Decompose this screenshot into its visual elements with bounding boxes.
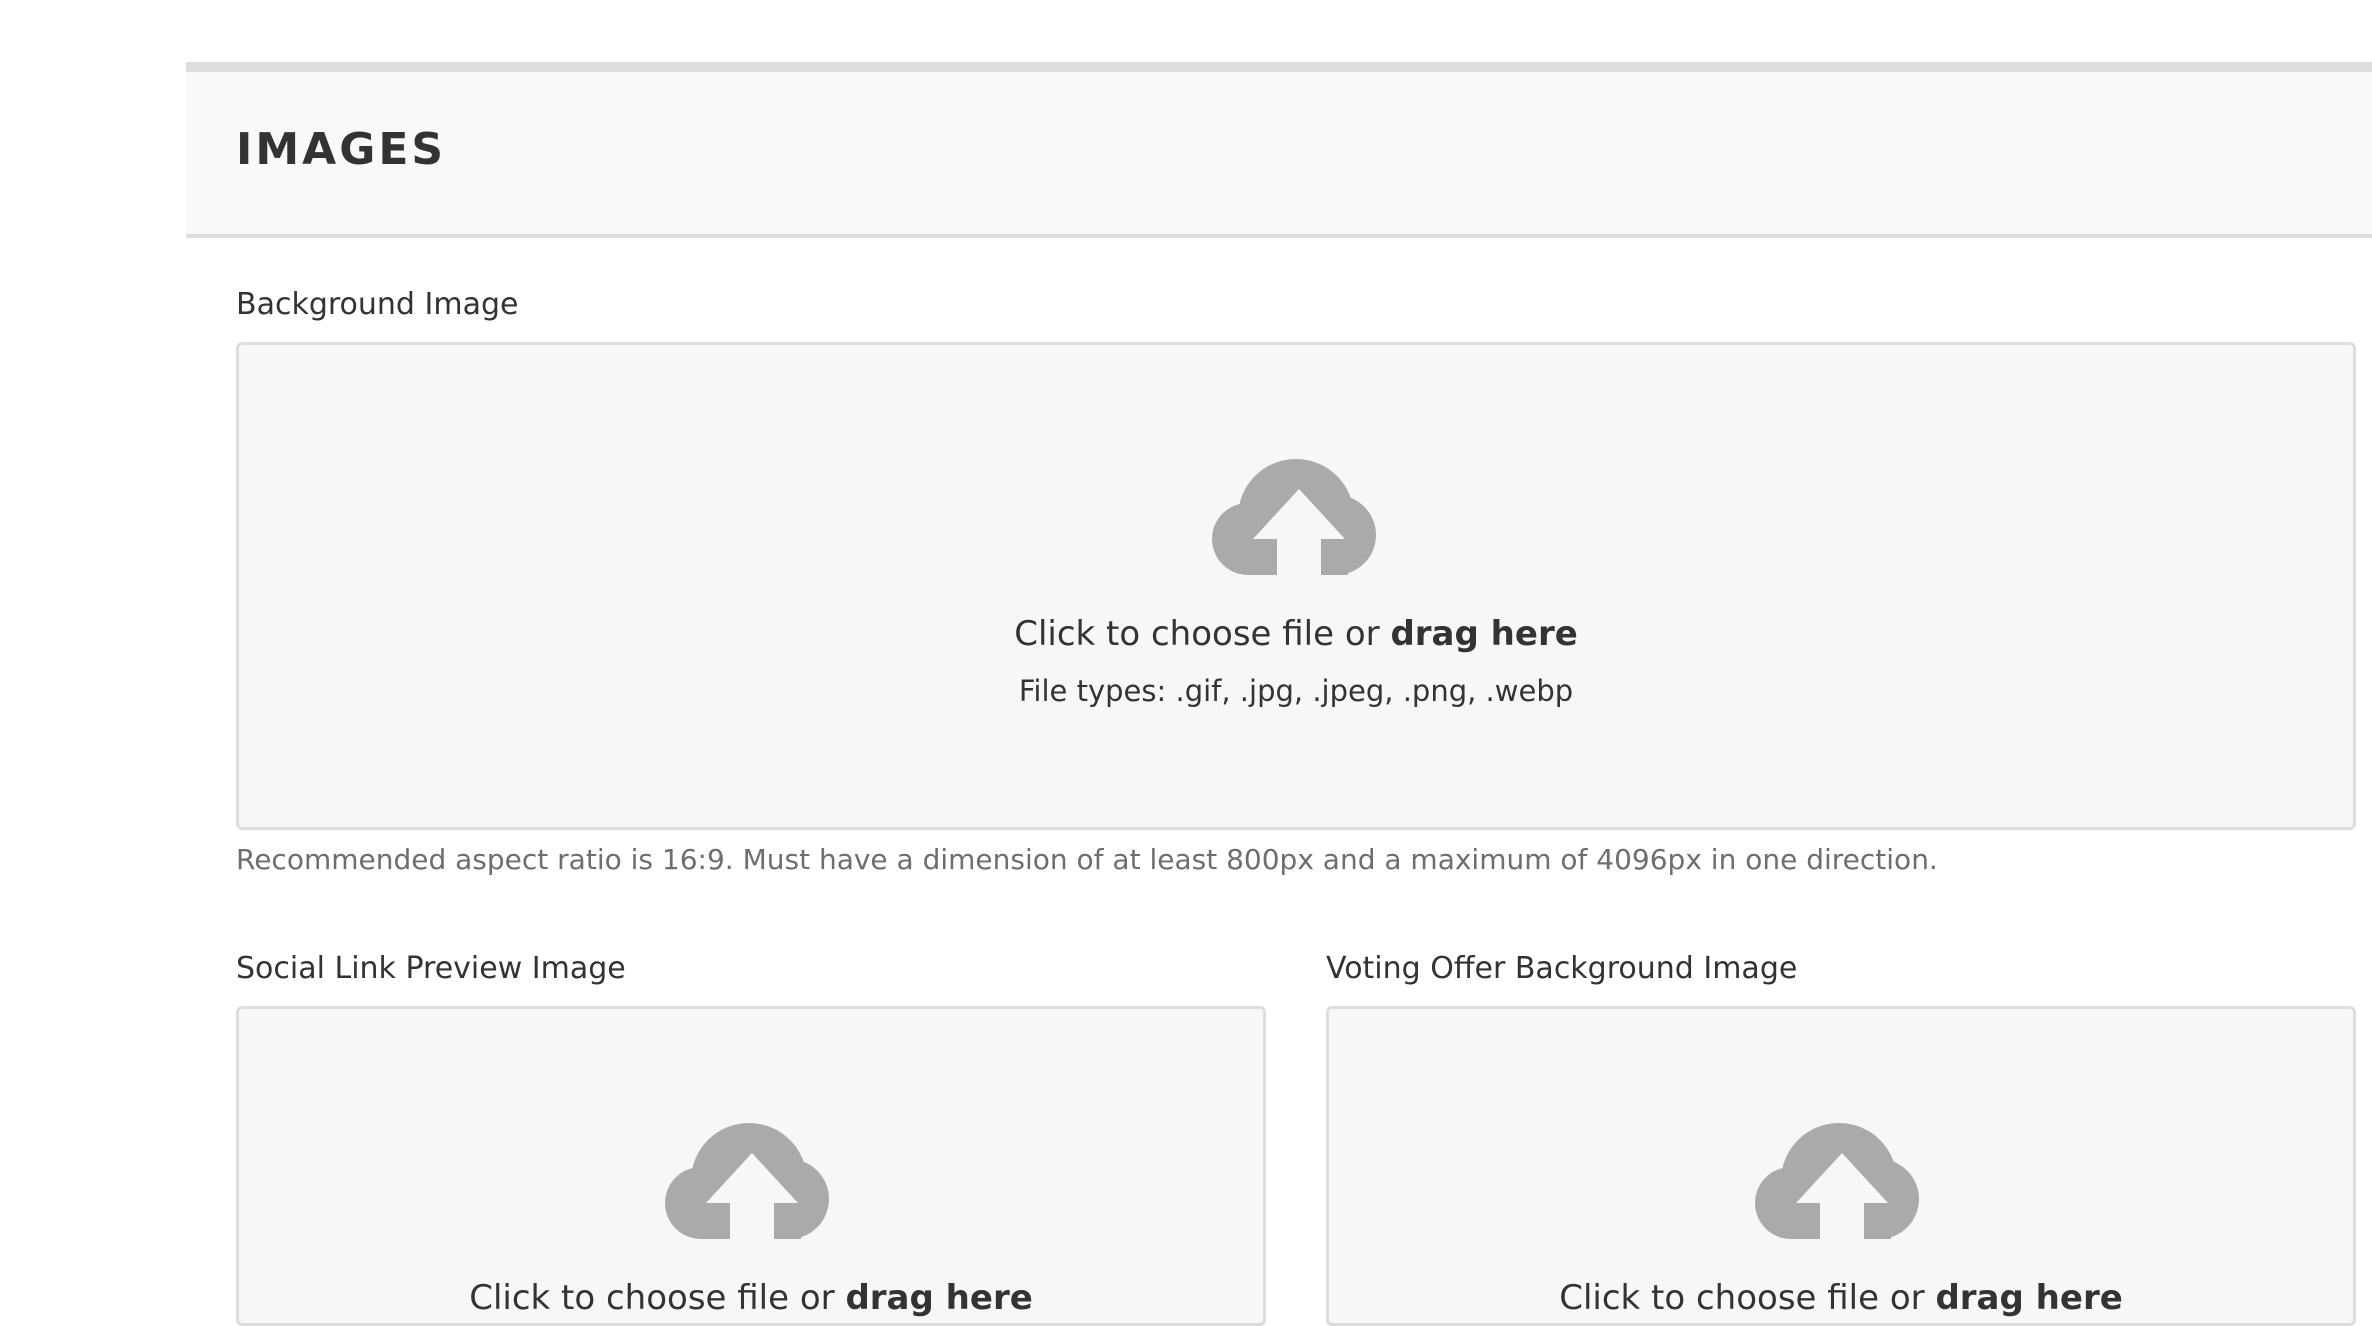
dropzone-file-types: File types: .gif, .jpg, .jpeg, .png, .we… [1018, 674, 1574, 708]
dropzone-prompt: Click to choose file or drag here [1014, 614, 1578, 654]
social-preview-image-dropzone[interactable]: Click to choose file or drag here [236, 1006, 1266, 1326]
background-image-dropzone[interactable]: Click to choose file or drag here File t… [236, 342, 2356, 830]
images-panel: IMAGES Background Image Click to choose … [186, 62, 2372, 1326]
section-title: IMAGES [236, 124, 447, 175]
voting-offer-background-image-dropzone[interactable]: Click to choose file or drag here [1326, 1006, 2356, 1326]
panel-header: IMAGES [186, 72, 2372, 238]
cloud-upload-icon [1755, 1123, 1919, 1239]
background-image-label: Background Image [236, 287, 519, 322]
dropzone-prompt: Click to choose file or drag here [1559, 1278, 2123, 1318]
cloud-upload-icon [665, 1123, 829, 1239]
background-image-help: Recommended aspect ratio is 16:9. Must h… [236, 843, 1938, 876]
social-preview-image-label: Social Link Preview Image [236, 951, 626, 986]
voting-offer-background-image-label: Voting Offer Background Image [1326, 951, 1798, 986]
dropzone-prompt: Click to choose file or drag here [469, 1278, 1033, 1318]
cloud-upload-icon [1212, 459, 1376, 575]
